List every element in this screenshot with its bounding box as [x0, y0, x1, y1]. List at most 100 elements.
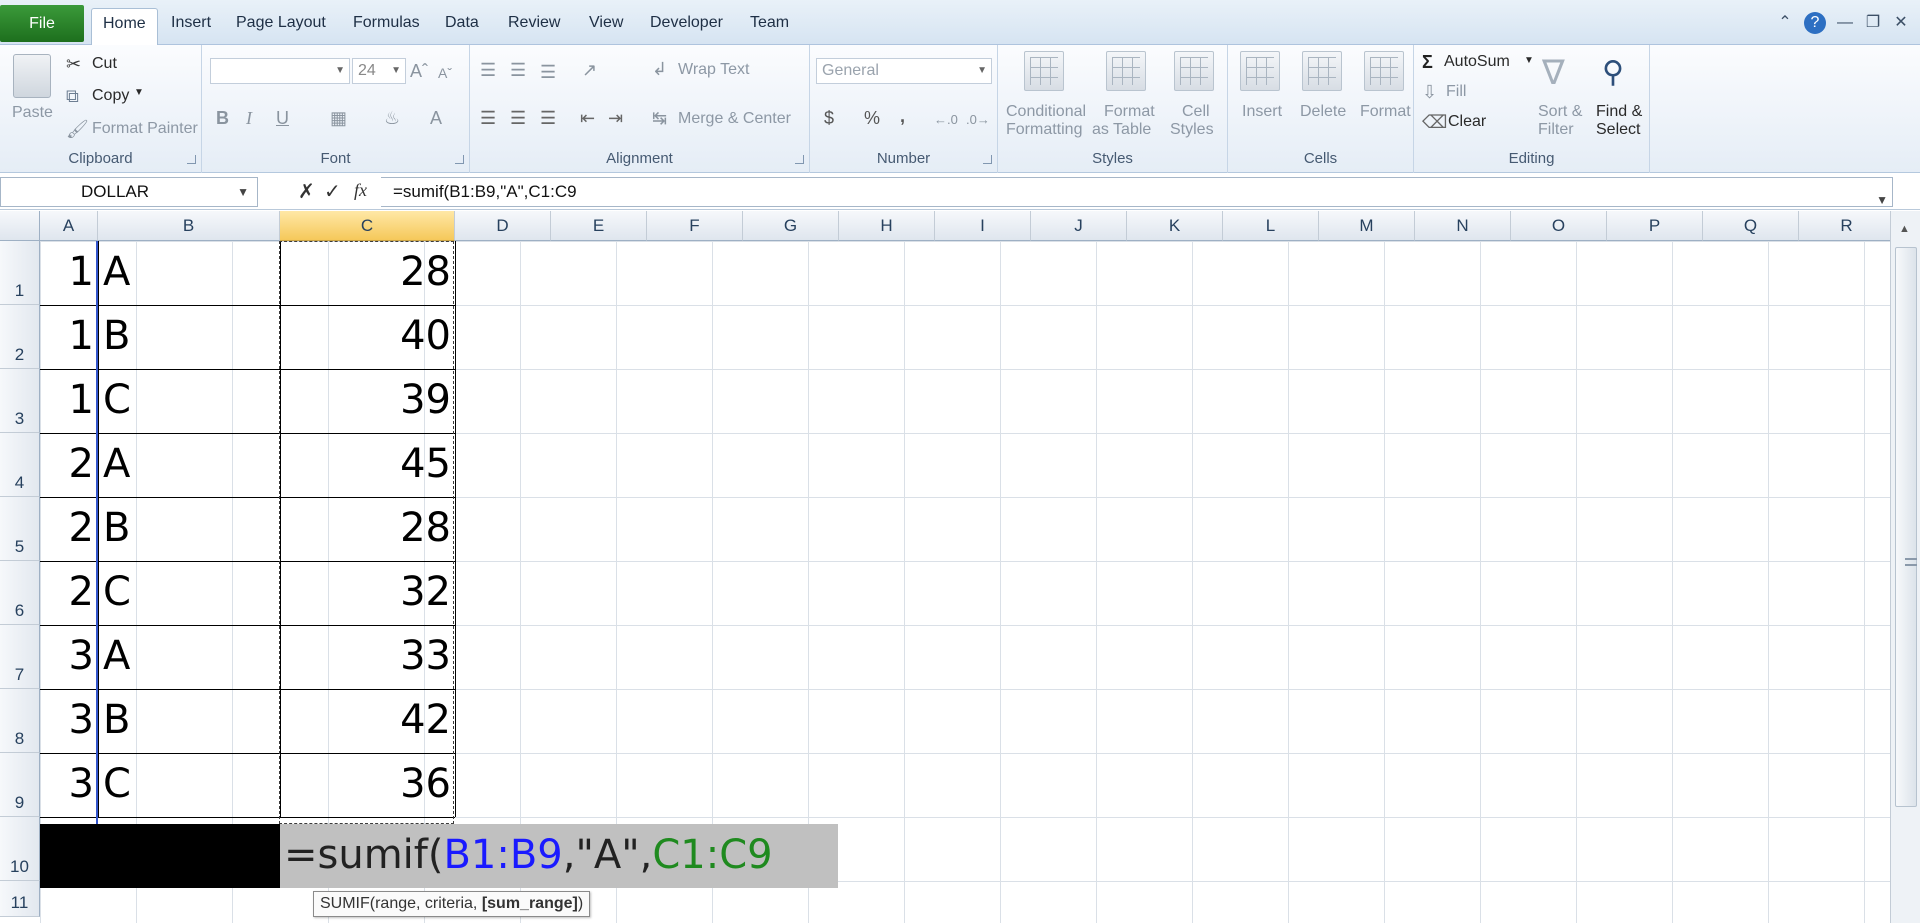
column-header-k[interactable]: K: [1127, 211, 1223, 241]
column-header-m[interactable]: M: [1319, 211, 1415, 241]
cancel-icon[interactable]: ✗: [298, 179, 315, 204]
align-right-icon[interactable]: ☰: [540, 107, 556, 129]
row-header-4[interactable]: 4: [0, 433, 40, 497]
column-header-n[interactable]: N: [1415, 211, 1511, 241]
format-painter-button[interactable]: 🖌 Format Painter: [66, 118, 202, 142]
cell-a9[interactable]: 3: [40, 753, 98, 817]
insert-function-icon[interactable]: fx: [354, 180, 367, 201]
cell-b9[interactable]: C: [98, 753, 280, 817]
row-header-1[interactable]: 1: [0, 241, 40, 305]
increase-decimal-icon[interactable]: ←.0: [934, 109, 958, 131]
alignment-launcher-icon[interactable]: [795, 155, 804, 164]
column-header-q[interactable]: Q: [1703, 211, 1799, 241]
column-header-g[interactable]: G: [743, 211, 839, 241]
cell-b8[interactable]: B: [98, 689, 280, 753]
row-header-2[interactable]: 2: [0, 305, 40, 369]
column-header-c[interactable]: C: [280, 211, 455, 241]
column-header-a[interactable]: A: [40, 211, 98, 241]
autosum-button[interactable]: Σ AutoSum ▼: [1422, 51, 1534, 75]
tab-insert[interactable]: Insert: [160, 8, 222, 38]
number-format-combo[interactable]: General ▼: [816, 58, 992, 84]
cell-b2[interactable]: B: [98, 305, 280, 369]
increase-indent-icon[interactable]: ⇥: [608, 107, 623, 129]
editing-cell-c10[interactable]: =sumif(B1:B9,"A",C1:C9: [280, 824, 838, 888]
help-icon[interactable]: ?: [1804, 12, 1826, 34]
comma-button[interactable]: ,: [900, 105, 905, 127]
decrease-decimal-icon[interactable]: .0→: [966, 109, 990, 131]
clipboard-launcher-icon[interactable]: [187, 155, 196, 164]
vertical-scrollbar[interactable]: ▲: [1890, 211, 1920, 923]
column-header-r[interactable]: R: [1799, 211, 1890, 241]
column-header-b[interactable]: B: [98, 211, 280, 241]
tab-view[interactable]: View: [578, 8, 634, 38]
window-close-icon[interactable]: ✕: [1890, 12, 1912, 34]
font-color-icon[interactable]: A: [430, 107, 442, 129]
decrease-indent-icon[interactable]: ⇤: [580, 107, 595, 129]
cell-a4[interactable]: 2: [40, 433, 98, 497]
cell-a6[interactable]: 2: [40, 561, 98, 625]
column-header-o[interactable]: O: [1511, 211, 1607, 241]
enter-icon[interactable]: ✓: [324, 179, 341, 204]
font-size-combo[interactable]: 24 ▼: [352, 58, 406, 84]
tab-file[interactable]: File: [0, 5, 84, 42]
column-header-d[interactable]: D: [455, 211, 551, 241]
window-restore-icon[interactable]: ❐: [1862, 12, 1884, 34]
format-as-table-button[interactable]: Format as Table: [1092, 49, 1164, 145]
align-top-icon[interactable]: ☰: [480, 59, 496, 81]
conditional-formatting-button[interactable]: Conditional Formatting: [1000, 49, 1086, 145]
cell-styles-button[interactable]: Cell Styles: [1168, 49, 1226, 145]
tab-page-layout[interactable]: Page Layout: [225, 8, 337, 38]
copy-button[interactable]: ⧉ Copy ▼: [66, 85, 166, 109]
cell-a3[interactable]: 1: [40, 369, 98, 433]
tab-home[interactable]: Home: [91, 8, 158, 45]
font-launcher-icon[interactable]: [455, 155, 464, 164]
scroll-up-icon[interactable]: ▲: [1899, 223, 1910, 235]
cut-button[interactable]: ✂ Cut: [66, 53, 156, 77]
cell-b5[interactable]: B: [98, 497, 280, 561]
cell-b3[interactable]: C: [98, 369, 280, 433]
ribbon-minimize-icon[interactable]: ⌃: [1774, 12, 1796, 34]
fill-button[interactable]: ⇩ Fill: [1422, 81, 1512, 105]
tab-data[interactable]: Data: [434, 8, 490, 38]
column-header-h[interactable]: H: [839, 211, 935, 241]
insert-cells-button[interactable]: Insert: [1234, 49, 1290, 145]
select-all-button[interactable]: [0, 211, 40, 241]
cell-a8[interactable]: 3: [40, 689, 98, 753]
underline-button[interactable]: U: [276, 107, 289, 129]
find-select-button[interactable]: ⚲ Find & Select: [1590, 49, 1650, 145]
tab-developer[interactable]: Developer: [639, 8, 734, 38]
column-header-p[interactable]: P: [1607, 211, 1703, 241]
cell-a10-b10[interactable]: [40, 824, 280, 888]
column-header-e[interactable]: E: [551, 211, 647, 241]
wrap-text-button[interactable]: ↲ Wrap Text: [652, 58, 772, 84]
name-box[interactable]: DOLLAR ▼: [0, 177, 258, 207]
align-bottom-icon[interactable]: ☰: [540, 61, 556, 83]
row-header-8[interactable]: 8: [0, 689, 40, 753]
cell-a1[interactable]: 1: [40, 241, 98, 305]
sort-filter-button[interactable]: ∇ Sort & Filter: [1532, 49, 1588, 145]
tab-team[interactable]: Team: [739, 8, 800, 38]
merge-center-button[interactable]: ↹ Merge & Center: [652, 107, 808, 133]
row-header-6[interactable]: 6: [0, 561, 40, 625]
row-header-10[interactable]: 10: [0, 817, 40, 881]
chevron-down-icon[interactable]: ▼: [237, 178, 249, 206]
formula-input[interactable]: =sumif(B1:B9,"A",C1:C9 ▼: [381, 177, 1893, 207]
cell-a2[interactable]: 1: [40, 305, 98, 369]
align-left-icon[interactable]: ☰: [480, 107, 496, 129]
align-middle-icon[interactable]: ☰: [510, 59, 526, 81]
currency-button[interactable]: $: [824, 107, 834, 129]
worksheet-grid[interactable]: ABCDEFGHIJKLMNOPQR 1 2 3 4 5 6 7 8 9 10 11 1 A 28 1 B 4…: [0, 211, 1890, 923]
row-header-3[interactable]: 3: [0, 369, 40, 433]
number-launcher-icon[interactable]: [983, 155, 992, 164]
italic-button[interactable]: I: [246, 107, 252, 129]
window-minimize-icon[interactable]: —: [1834, 12, 1856, 34]
expand-formula-bar-icon[interactable]: ▼: [1876, 186, 1888, 214]
column-header-j[interactable]: J: [1031, 211, 1127, 241]
percent-button[interactable]: %: [864, 107, 880, 129]
cell-a7[interactable]: 3: [40, 625, 98, 689]
column-header-l[interactable]: L: [1223, 211, 1319, 241]
align-center-icon[interactable]: ☰: [510, 107, 526, 129]
clear-button[interactable]: ⌫ Clear: [1422, 111, 1512, 135]
scrollbar-thumb[interactable]: [1895, 247, 1917, 807]
cell-b1[interactable]: A: [98, 241, 280, 305]
